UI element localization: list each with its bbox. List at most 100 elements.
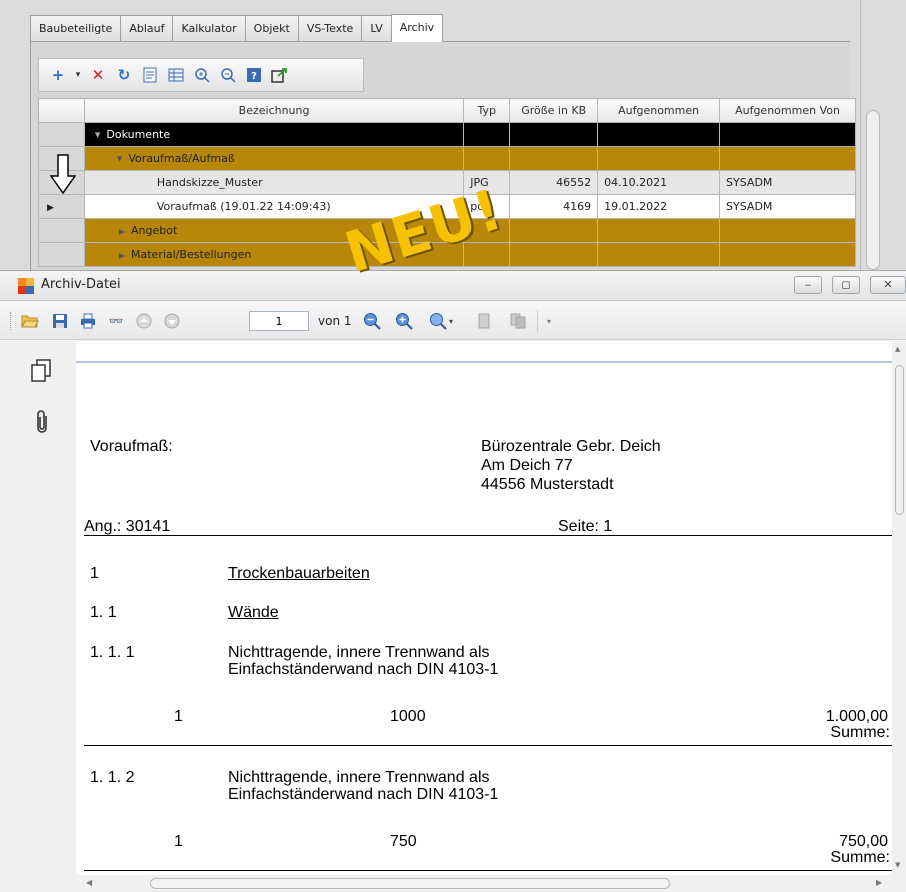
scroll-thumb[interactable]	[150, 878, 670, 889]
vertical-scrollbar[interactable]: ▲ ▼	[893, 341, 906, 875]
scroll-right-icon[interactable]: ▶	[876, 878, 882, 887]
table-icon[interactable]	[165, 64, 187, 86]
next-page-icon[interactable]	[162, 311, 182, 331]
minimize-button[interactable]: ‒	[794, 276, 822, 294]
zoom-out-icon[interactable]	[217, 64, 239, 86]
find-icon[interactable]: 👓	[106, 311, 126, 331]
col-groesse[interactable]: Größe in KB	[509, 98, 599, 123]
section-number: 1	[90, 565, 99, 582]
scroll-up-icon[interactable]: ▲	[895, 345, 900, 353]
position-text-1: Nichttragende, innere Trennwand als	[228, 644, 490, 661]
chevron-down-icon[interactable]: ▾	[73, 64, 83, 86]
maximize-button[interactable]: ◻	[832, 276, 860, 294]
pdf-page: Voraufmaß: Bürozentrale Gebr. Deich Am D…	[76, 341, 892, 875]
open-folder-icon[interactable]	[20, 311, 40, 331]
tab-ablauf[interactable]: Ablauf	[120, 15, 174, 42]
single-page-icon[interactable]	[474, 311, 494, 331]
attachments-icon[interactable]	[34, 409, 50, 438]
scroll-thumb[interactable]	[895, 365, 904, 515]
document-list-icon[interactable]	[139, 64, 161, 86]
tree-node-label[interactable]: ▾ Voraufmaß/Aufmaß	[83, 146, 465, 171]
doc-label: Voraufmaß:	[90, 438, 173, 455]
address-line-2: Am Deich 77	[481, 457, 573, 474]
export-icon[interactable]	[269, 64, 291, 86]
print-icon[interactable]	[78, 311, 98, 331]
app-icon	[18, 278, 34, 294]
subsection-title: Wände	[228, 604, 279, 621]
row-indicator: ▶	[38, 194, 85, 219]
address-line-1: Bürozentrale Gebr. Deich	[481, 438, 661, 455]
help-icon[interactable]: ?	[243, 64, 265, 86]
previous-page-icon[interactable]	[134, 311, 154, 331]
file-size: 4169	[509, 194, 599, 219]
col-typ[interactable]: Typ	[463, 98, 511, 123]
col-bezeichnung[interactable]: Bezeichnung	[83, 98, 465, 123]
header-rule	[84, 535, 892, 536]
delete-icon[interactable]: ✕	[87, 64, 109, 86]
col-aufgenommen[interactable]: Aufgenommen	[597, 98, 721, 123]
toolbar-overflow-icon[interactable]: ▾	[543, 311, 555, 331]
expand-icon[interactable]: ▶	[119, 227, 125, 236]
tab-vs-texte[interactable]: VS-Texte	[297, 15, 363, 42]
zoom-in-icon[interactable]	[191, 64, 213, 86]
position-quantity: 1	[174, 833, 183, 850]
tab-objekt[interactable]: Objekt	[244, 15, 299, 42]
pdf-toolbar: 👓 von 1 ▾ ▾	[0, 302, 906, 340]
add-icon[interactable]: +	[47, 64, 69, 86]
file-date: 19.01.2022	[597, 194, 721, 219]
subsection-number: 1. 1	[90, 604, 117, 621]
position-rule	[84, 745, 892, 746]
offer-number: Ang.: 30141	[84, 518, 171, 535]
tab-lv[interactable]: LV	[361, 15, 392, 42]
refresh-icon[interactable]: ↻	[113, 64, 135, 86]
toolbar-divider	[537, 310, 538, 332]
tab-archiv[interactable]: Archiv	[390, 14, 444, 42]
down-arrow-icon	[50, 154, 76, 194]
page-number-input[interactable]	[249, 311, 309, 331]
row-indicator	[38, 218, 85, 243]
node-label: Material/Bestellungen	[131, 248, 252, 261]
indicator-header	[38, 98, 85, 123]
grid-toolbar: + ▾ ✕ ↻ ?	[38, 58, 364, 92]
title-bar[interactable]: Archiv-Datei ‒ ◻ ✕	[0, 271, 906, 301]
scroll-left-icon[interactable]: ◀	[86, 878, 92, 887]
col-aufgenommen-von[interactable]: Aufgenommen Von	[719, 98, 856, 123]
pages-icon[interactable]	[30, 359, 52, 386]
position-value: 1000	[390, 708, 426, 725]
tree-row-folder[interactable]: ▾ Voraufmaß/Aufmaß	[38, 146, 856, 171]
save-icon[interactable]	[50, 311, 70, 331]
tree-node-label[interactable]: ▾ Dokumente	[83, 122, 465, 147]
node-label: Dokumente	[106, 128, 171, 141]
page-indicator: Seite: 1	[558, 518, 613, 535]
chevron-down-icon[interactable]: ▾	[446, 311, 456, 331]
collapse-icon[interactable]: ▾	[117, 152, 123, 165]
toolbar-grip	[10, 312, 13, 330]
position-text-2: Einfachständerwand nach DIN 4103-1	[228, 661, 499, 678]
tree-row-dokumente[interactable]: ▾ Dokumente	[38, 122, 856, 147]
tab-bar: Baubeteiligte Ablauf Kalkulator Objekt V…	[30, 14, 444, 42]
zoom-menu-icon[interactable]	[428, 311, 448, 331]
tab-kalkulator[interactable]: Kalkulator	[172, 15, 246, 42]
close-button[interactable]: ✕	[870, 276, 906, 294]
scroll-down-icon[interactable]: ▼	[895, 861, 900, 869]
pdf-sidebar	[0, 341, 76, 892]
scrollbar[interactable]	[866, 110, 880, 270]
expand-icon[interactable]: ▶	[119, 251, 125, 260]
file-size: 46552	[509, 170, 599, 195]
horizontal-scrollbar[interactable]: ◀ ▶	[76, 875, 893, 892]
file-date: 04.10.2021	[597, 170, 721, 195]
position-text-2: Einfachständerwand nach DIN 4103-1	[228, 786, 499, 803]
zoom-in-icon[interactable]	[394, 311, 414, 331]
node-label: Voraufmaß/Aufmaß	[128, 152, 235, 165]
position-number: 1. 1. 1	[90, 644, 135, 661]
position-number: 1. 1. 2	[90, 769, 135, 786]
position-quantity: 1	[174, 708, 183, 725]
zoom-out-icon[interactable]	[362, 311, 382, 331]
section-title: Trockenbauarbeiten	[228, 565, 370, 582]
position-value: 750	[390, 833, 417, 850]
sum-label: Summe:	[830, 724, 890, 741]
collapse-icon[interactable]: ▾	[95, 128, 101, 141]
tab-baubeteiligte[interactable]: Baubeteiligte	[30, 15, 122, 42]
node-label: Angebot	[131, 224, 178, 237]
two-page-icon[interactable]	[508, 311, 528, 331]
